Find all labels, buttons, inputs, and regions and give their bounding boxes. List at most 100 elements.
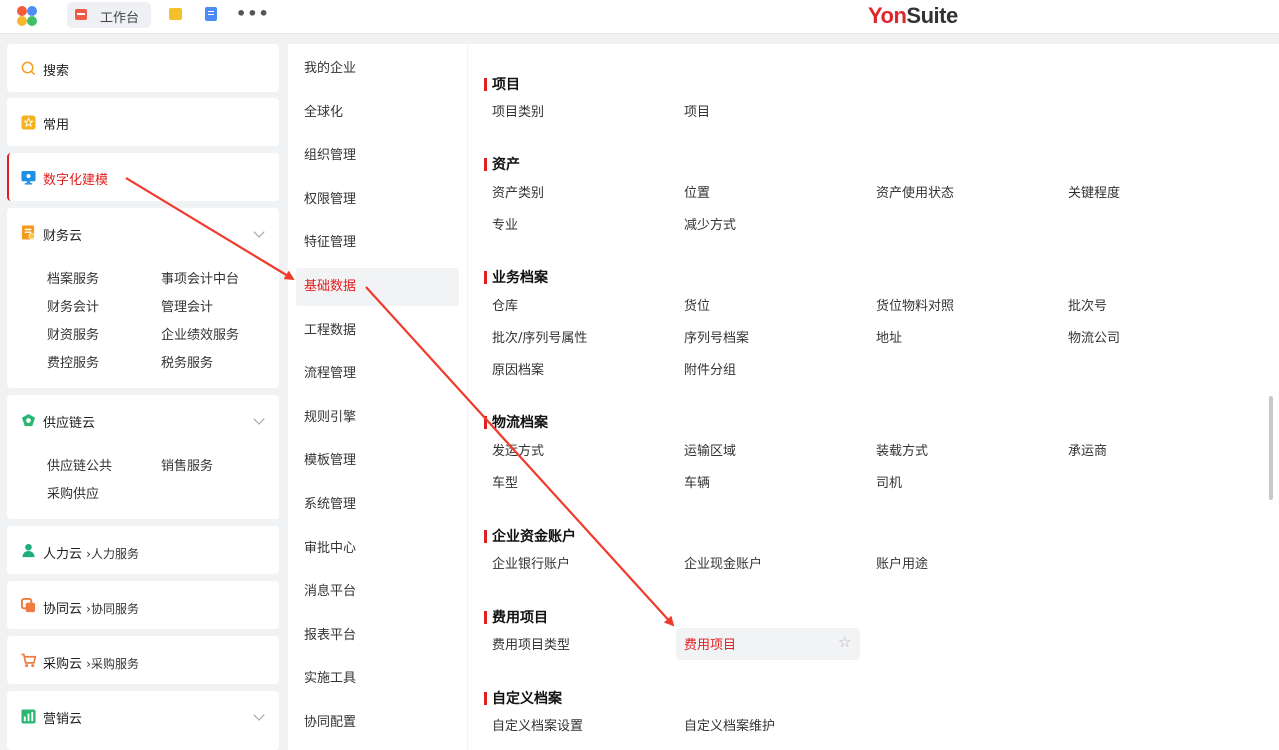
section-title-fund-account: 企业资金账户 (484, 526, 576, 546)
link-batch-number[interactable]: 批次号 (1068, 295, 1107, 314)
finance-item-tax[interactable]: 税务服务 (161, 352, 213, 371)
nav-item-my-enterprise[interactable]: 我的企业 (296, 50, 459, 88)
brand-suite: Suite (906, 3, 958, 28)
finance-cloud-title[interactable]: 财务云 (43, 225, 82, 244)
nav-item-report-platform[interactable]: 报表平台 (296, 617, 459, 655)
finance-item-expense-control[interactable]: 费控服务 (47, 352, 99, 371)
nav-item-collab-config[interactable]: 协同配置 (296, 704, 459, 742)
finance-icon (21, 225, 35, 240)
brand-yon: Yon (868, 3, 907, 28)
link-loading-method[interactable]: 装载方式 (876, 440, 928, 459)
basic-data-content: 项目 项目类别 项目 资产 资产类别 位置 资产使用状态 关键程度 专业 减少方… (468, 44, 1279, 750)
tab-workbench-label: 工作台 (100, 11, 140, 26)
link-batch-serial-attributes[interactable]: 批次/序列号属性 (492, 327, 587, 346)
link-expense-item-type[interactable]: 费用项目类型 (492, 634, 570, 653)
link-expense-item[interactable]: 费用项目 (684, 634, 736, 653)
finance-item-financial-accounting[interactable]: 财务会计 (47, 296, 99, 315)
link-vehicle-type[interactable]: 车型 (492, 472, 518, 491)
link-project-category[interactable]: 项目类别 (492, 101, 544, 120)
supply-chain-icon (21, 413, 36, 427)
link-reduction-method[interactable]: 减少方式 (684, 214, 736, 233)
supply-chain-item-sales[interactable]: 销售服务 (161, 455, 213, 474)
sidebar-marketing-cloud[interactable]: 营销云 (7, 691, 279, 750)
sidebar-search-label: 搜索 (43, 64, 70, 79)
collab-cloud-label: 协同云 (43, 602, 83, 617)
link-project[interactable]: 项目 (684, 101, 710, 120)
monitor-icon (21, 170, 36, 185)
supply-chain-item-common[interactable]: 供应链公共 (47, 455, 112, 474)
nav-item-approval-center[interactable]: 审批中心 (296, 530, 459, 568)
nav-item-engineering-data[interactable]: 工程数据 (296, 312, 459, 350)
link-asset-category[interactable]: 资产类别 (492, 182, 544, 201)
link-cash-account[interactable]: 企业现金账户 (684, 553, 762, 572)
link-transport-area[interactable]: 运输区域 (684, 440, 736, 459)
nav-item-basic-data[interactable]: 基础数据 (296, 268, 459, 306)
nav-item-feature-management[interactable]: 特征管理 (296, 224, 459, 262)
link-account-usage[interactable]: 账户用途 (876, 553, 928, 572)
link-criticality[interactable]: 关键程度 (1068, 182, 1120, 201)
person-icon (22, 543, 35, 558)
link-custom-archive-maintenance[interactable]: 自定义档案维护 (684, 715, 775, 734)
workbench-icon (75, 9, 87, 20)
nav-item-message-platform[interactable]: 消息平台 (296, 573, 459, 611)
chevron-down-icon[interactable] (253, 226, 265, 238)
nav-item-permission-management[interactable]: 权限管理 (296, 181, 459, 219)
link-storage-location[interactable]: 货位 (684, 295, 710, 314)
more-icon[interactable]: ••• (236, 4, 270, 23)
collab-cloud-title: 协同云 ›协同服务 (43, 598, 139, 617)
link-location-material-mapping[interactable]: 货位物料对照 (876, 295, 954, 314)
sidebar-supply-chain-cloud: 供应链云 供应链公共 销售服务 采购供应 (7, 395, 279, 519)
document-icon[interactable] (205, 7, 217, 21)
hr-cloud-sub: 人力服务 (90, 547, 139, 561)
link-bank-account[interactable]: 企业银行账户 (492, 553, 570, 572)
nav-item-globalization[interactable]: 全球化 (296, 94, 459, 132)
star-badge-icon (21, 115, 36, 130)
link-custom-archive-settings[interactable]: 自定义档案设置 (492, 715, 583, 734)
link-logistics-company[interactable]: 物流公司 (1068, 327, 1120, 346)
finance-item-management-accounting[interactable]: 管理会计 (161, 296, 213, 315)
sidebar-hr-cloud[interactable]: 人力云 ›人力服务 (7, 526, 279, 574)
link-reason-archive[interactable]: 原因档案 (492, 359, 544, 378)
link-shipping-method[interactable]: 发运方式 (492, 440, 544, 459)
content-scrollbar[interactable] (1269, 396, 1273, 500)
supply-chain-cloud-title[interactable]: 供应链云 (43, 412, 95, 431)
collab-cloud-sub: 协同服务 (90, 602, 139, 616)
sidebar-collab-cloud[interactable]: 协同云 ›协同服务 (7, 581, 279, 629)
brand-logo: YonSuite (868, 3, 958, 29)
procurement-cloud-sub: 采购服务 (90, 657, 139, 671)
nav-item-template-management[interactable]: 模板管理 (296, 442, 459, 480)
tab-workbench[interactable]: 工作台 (67, 2, 151, 28)
nav-item-system-management[interactable]: 系统管理 (296, 486, 459, 524)
finance-item-treasury[interactable]: 财资服务 (47, 324, 99, 343)
link-attachment-group[interactable]: 附件分组 (684, 359, 736, 378)
chevron-down-icon[interactable] (253, 413, 265, 425)
nav-item-rule-engine[interactable]: 规则引擎 (296, 399, 459, 437)
link-serial-archive[interactable]: 序列号档案 (684, 327, 749, 346)
app-logo-icon[interactable] (14, 3, 40, 29)
section-title-expense-item: 费用项目 (484, 607, 548, 627)
link-vehicle[interactable]: 车辆 (684, 472, 710, 491)
todo-icon[interactable] (169, 8, 182, 20)
procurement-cloud-title: 采购云 ›采购服务 (43, 653, 139, 672)
link-specialty[interactable]: 专业 (492, 214, 518, 233)
sidebar-search[interactable]: 搜索 (7, 44, 279, 92)
supply-chain-item-purchase[interactable]: 采购供应 (47, 483, 99, 502)
link-driver[interactable]: 司机 (876, 472, 902, 491)
link-asset-usage-status[interactable]: 资产使用状态 (876, 182, 954, 201)
link-address[interactable]: 地址 (876, 327, 902, 346)
nav-item-process-management[interactable]: 流程管理 (296, 355, 459, 393)
finance-item-archive[interactable]: 档案服务 (47, 268, 99, 287)
sidebar-digital-modeling[interactable]: 数字化建模 (7, 153, 279, 201)
link-carrier[interactable]: 承运商 (1068, 440, 1107, 459)
section-title-asset: 资产 (484, 154, 520, 174)
finance-item-performance[interactable]: 企业绩效服务 (161, 324, 239, 343)
finance-item-event-accounting[interactable]: 事项会计中台 (161, 268, 239, 287)
link-location[interactable]: 位置 (684, 182, 710, 201)
chevron-down-icon[interactable] (253, 709, 265, 721)
star-icon[interactable]: ☆ (838, 633, 851, 651)
link-warehouse[interactable]: 仓库 (492, 295, 518, 314)
sidebar-procurement-cloud[interactable]: 采购云 ›采购服务 (7, 636, 279, 684)
nav-item-implementation-tools[interactable]: 实施工具 (296, 660, 459, 698)
nav-item-org-management[interactable]: 组织管理 (296, 137, 459, 175)
sidebar-frequent[interactable]: 常用 (7, 98, 279, 146)
